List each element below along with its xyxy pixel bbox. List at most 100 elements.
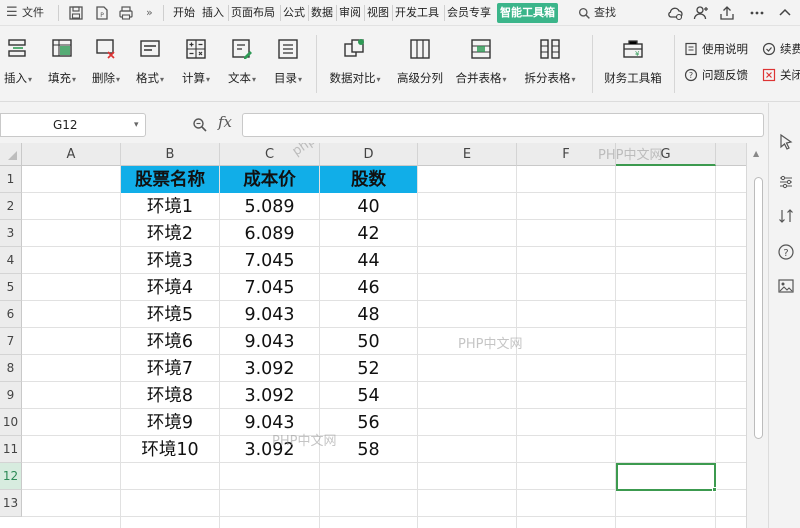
table-cell[interactable]: 3.092 — [220, 436, 319, 463]
tab-home[interactable]: 开始 — [172, 3, 196, 23]
manual-button[interactable]: 使用说明 — [684, 39, 748, 59]
table-cell[interactable]: 9.043 — [220, 328, 319, 355]
row-header-9[interactable]: 9 — [0, 382, 22, 409]
column-header-f[interactable]: F — [517, 143, 616, 166]
row-header-3[interactable]: 3 — [0, 220, 22, 247]
row-header-8[interactable]: 8 — [0, 355, 22, 382]
tab-formulas[interactable]: 公式 — [282, 3, 306, 23]
table-cell[interactable]: 5.089 — [220, 193, 319, 220]
table-cell[interactable]: 58 — [320, 436, 417, 463]
sort-icon[interactable] — [777, 207, 795, 225]
table-cell[interactable]: 3.092 — [220, 382, 319, 409]
merge-table-button[interactable]: 合并表格▾ — [452, 37, 510, 93]
feedback-button[interactable]: ? 问题反馈 — [684, 65, 748, 85]
row-header-12[interactable]: 12 — [0, 463, 22, 490]
hamburger-menu-icon[interactable]: ☰ — [6, 0, 20, 26]
formula-input[interactable] — [242, 113, 764, 137]
table-cell[interactable]: 50 — [320, 328, 417, 355]
close-toolbox-button[interactable]: 关闭 — [762, 65, 800, 85]
table-cell[interactable]: 56 — [320, 409, 417, 436]
table-cell[interactable]: 54 — [320, 382, 417, 409]
table-cell[interactable]: 环境9 — [121, 409, 219, 436]
settings-sliders-icon[interactable] — [777, 173, 795, 191]
row-header-2[interactable]: 2 — [0, 193, 22, 220]
row-header-11[interactable]: 11 — [0, 436, 22, 463]
scrollbar-thumb[interactable] — [754, 177, 763, 439]
advanced-split-button[interactable]: 高级分列 — [394, 37, 446, 93]
name-box[interactable]: G12 — [0, 113, 146, 137]
search-icon[interactable] — [578, 7, 591, 20]
column-header-b[interactable]: B — [121, 143, 220, 166]
renew-button[interactable]: 续费 — [762, 39, 800, 59]
table-cell[interactable]: 9.043 — [220, 301, 319, 328]
table-cell[interactable]: 46 — [320, 274, 417, 301]
table-cell[interactable]: 3.092 — [220, 355, 319, 382]
tab-view[interactable]: 视图 — [366, 3, 390, 23]
table-cell[interactable]: 7.045 — [220, 274, 319, 301]
table-cell[interactable]: 环境3 — [121, 247, 219, 274]
table-cell[interactable]: 环境8 — [121, 382, 219, 409]
insert-function-button[interactable]: fx — [218, 113, 232, 131]
table-cell[interactable]: 6.089 — [220, 220, 319, 247]
table-cell[interactable]: 42 — [320, 220, 417, 247]
tab-page-layout[interactable]: 页面布局 — [230, 3, 276, 23]
table-cell[interactable]: 48 — [320, 301, 417, 328]
row-header-13[interactable]: 13 — [0, 490, 22, 517]
column-header-g[interactable]: G — [616, 143, 716, 166]
cloud-sync-icon[interactable] — [666, 4, 684, 22]
export-pdf-icon[interactable]: P — [94, 5, 110, 21]
collapse-ribbon-icon[interactable] — [776, 4, 794, 22]
data-compare-button[interactable]: 数据对比▾ — [326, 37, 384, 93]
table-cell[interactable]: 7.045 — [220, 247, 319, 274]
name-box-dropdown-icon[interactable]: ▾ — [134, 113, 139, 137]
upload-share-icon[interactable] — [718, 4, 736, 22]
insert-button[interactable]: 插入▾ — [0, 37, 36, 93]
table-cell[interactable]: 环境7 — [121, 355, 219, 382]
format-button[interactable]: 格式▾ — [132, 37, 168, 93]
row-header-4[interactable]: 4 — [0, 247, 22, 274]
split-table-button[interactable]: 拆分表格▾ — [520, 37, 580, 93]
row-header-6[interactable]: 6 — [0, 301, 22, 328]
active-cell-selection[interactable] — [616, 463, 716, 491]
select-all-corner[interactable] — [0, 143, 22, 166]
row-header-5[interactable]: 5 — [0, 274, 22, 301]
table-header-cell[interactable]: 股票名称 — [121, 166, 219, 193]
column-header-a[interactable]: A — [22, 143, 121, 166]
print-icon[interactable] — [118, 5, 134, 21]
row-header-7[interactable]: 7 — [0, 328, 22, 355]
image-icon[interactable] — [777, 277, 795, 295]
more-quick-access-icon[interactable]: » — [146, 0, 153, 26]
file-menu[interactable]: 文件 — [22, 0, 44, 26]
table-cell[interactable]: 环境1 — [121, 193, 219, 220]
table-header-cell[interactable]: 成本价 — [220, 166, 319, 193]
tab-member[interactable]: 会员专享 — [446, 3, 492, 23]
text-button[interactable]: 文本▾ — [224, 37, 260, 93]
search-button[interactable]: 查找 — [594, 0, 616, 26]
table-cell[interactable]: 环境4 — [121, 274, 219, 301]
tab-review[interactable]: 审阅 — [338, 3, 362, 23]
table-cell[interactable]: 52 — [320, 355, 417, 382]
tab-data[interactable]: 数据 — [310, 3, 334, 23]
table-header-cell[interactable]: 股数 — [320, 166, 417, 193]
save-icon[interactable] — [68, 5, 84, 21]
share-user-icon[interactable] — [692, 4, 710, 22]
tab-developer[interactable]: 开发工具 — [394, 3, 440, 23]
fill-button[interactable]: 填充▾ — [44, 37, 80, 93]
table-cell[interactable]: 9.043 — [220, 409, 319, 436]
help-icon[interactable]: ? — [777, 243, 795, 261]
zoom-search-icon[interactable] — [192, 117, 208, 133]
scroll-up-icon[interactable]: ▲ — [753, 149, 759, 158]
table-cell[interactable]: 环境10 — [121, 436, 219, 463]
contents-button[interactable]: 目录▾ — [270, 37, 306, 93]
table-cell[interactable]: 环境5 — [121, 301, 219, 328]
tab-smart-toolbox[interactable]: 智能工具箱 — [497, 3, 558, 23]
cursor-select-icon[interactable] — [777, 133, 795, 151]
row-header-10[interactable]: 10 — [0, 409, 22, 436]
more-options-icon[interactable] — [748, 4, 766, 22]
spreadsheet-grid[interactable]: A B C D E F G 1 2 3 4 5 6 7 8 9 10 11 12 13 股票名称 成本价 股数 环境1 5.08… — [0, 143, 746, 528]
delete-button[interactable]: 删除▾ — [88, 37, 124, 93]
fill-handle[interactable] — [712, 487, 717, 492]
column-header-c[interactable]: C — [220, 143, 320, 166]
table-cell[interactable]: 44 — [320, 247, 417, 274]
column-header-d[interactable]: D — [320, 143, 418, 166]
